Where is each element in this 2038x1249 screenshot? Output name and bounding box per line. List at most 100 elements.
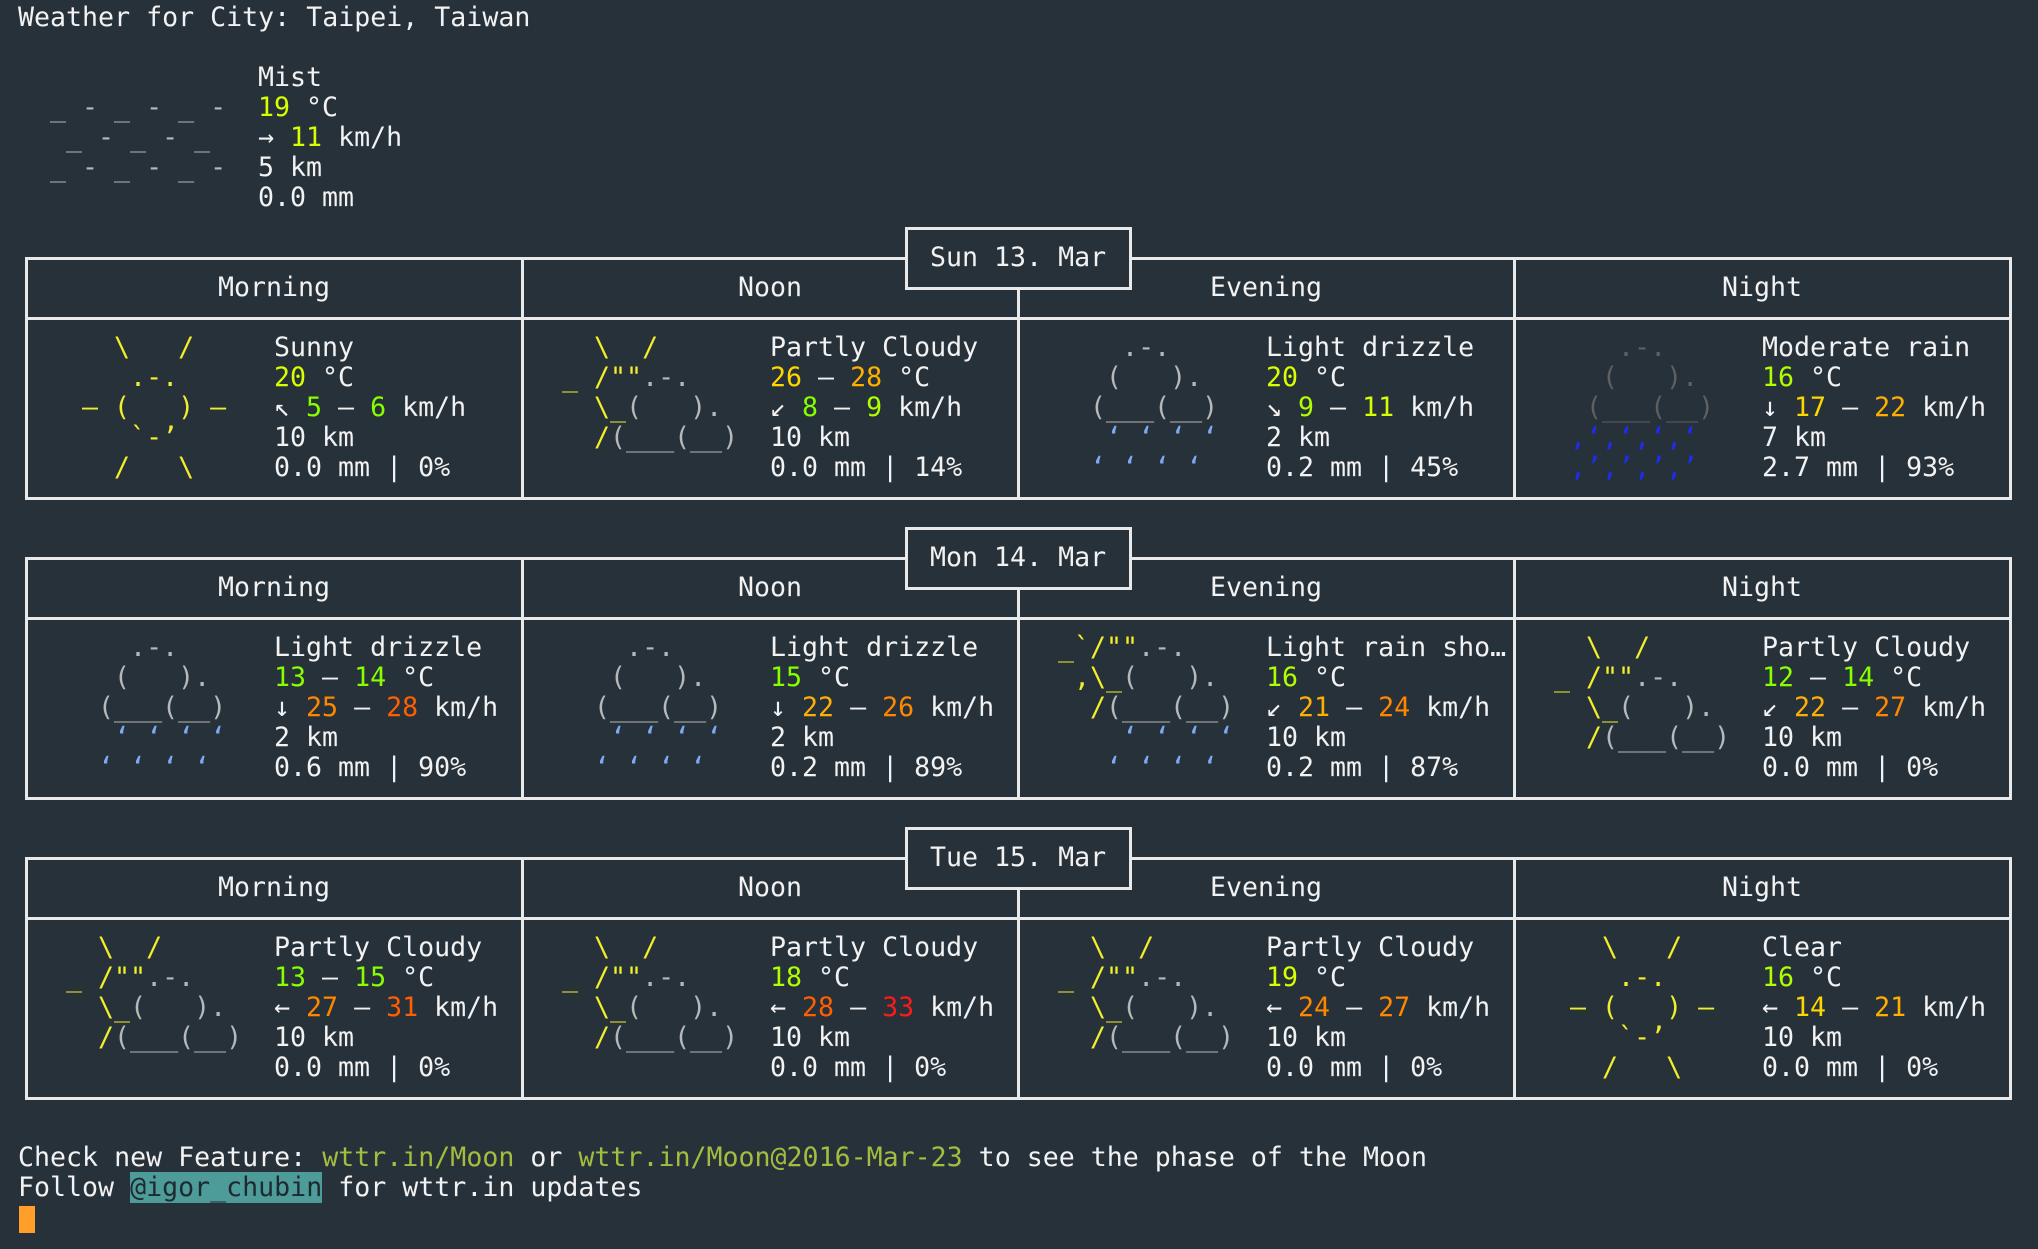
column-border (521, 557, 524, 800)
icon-glyph: _`/"" (1042, 632, 1139, 663)
condition-text: Partly Cloudy (770, 932, 979, 963)
partly-cloudy-icon: /(___(__) (546, 1023, 754, 1053)
follow-notice: Follow @igor_chubin for wttr.in updates (18, 1172, 642, 1203)
light-rain-icon: ʻ ʻ ʻ ʻ (546, 753, 754, 783)
icon-glyph: (___(__) (114, 1022, 259, 1053)
sunny-icon: / \ (50, 453, 258, 483)
temperature-unit: °C (1298, 362, 1347, 393)
temperature: 13 – 14 °C (274, 663, 434, 693)
range-dash: – (1826, 992, 1875, 1023)
light-rain-icon: ( ). (1042, 363, 1250, 393)
period-header: Night (1522, 573, 2002, 603)
range-dash: – (338, 692, 387, 723)
visibility-text: 2 km (1266, 422, 1331, 453)
column-border (1513, 857, 1516, 1100)
icon-glyph: `-’ (50, 422, 259, 453)
column-border (2009, 257, 2012, 500)
icon-glyph: .-. (1634, 662, 1747, 693)
icon-glyph: \_ (546, 992, 627, 1023)
icon-glyph: ‚ʻ‚ʻ‚ʻ‚ʻ (1538, 422, 1747, 453)
range-dash: – (834, 992, 883, 1023)
sunny-icon: .-. (50, 363, 258, 393)
period-name: Morning (217, 872, 331, 903)
column-border (25, 557, 28, 800)
partly-cloudy-icon (546, 1053, 562, 1083)
condition: Light rain sho… (1266, 633, 1506, 663)
moon-date-link[interactable]: wttr.in/Moon@2016-Mar-23 (578, 1142, 962, 1173)
icon-glyph (34, 62, 50, 93)
visibility: 2 km (274, 723, 338, 753)
current-visibility: 5 km (258, 153, 322, 183)
condition: Clear (1762, 933, 1842, 963)
range-dash: – (1826, 392, 1875, 423)
range-dash: – (818, 392, 867, 423)
period-header: Night (1522, 873, 2002, 903)
date-label: Tue 15. Mar (930, 843, 1106, 873)
condition-text: Light rain sho… (1266, 632, 1507, 663)
range-dash: – (322, 392, 371, 423)
sunny-icon: \ / (1538, 933, 1746, 963)
terminal-cursor (19, 1206, 35, 1233)
period-name: Morning (217, 572, 331, 603)
period-header: Noon (530, 873, 1010, 903)
wind-speed-value: 9 (866, 392, 883, 423)
temperature-value: 16 (1762, 362, 1795, 393)
twitter-handle-link[interactable]: @igor_chubin (130, 1172, 323, 1203)
temperature-value: 18 (770, 962, 803, 993)
wind: ← 27 – 31 km/h (274, 993, 498, 1023)
icon-glyph: \_ (546, 392, 627, 423)
partly-cloudy-icon (1042, 1053, 1058, 1083)
light-showers-icon: /(___(__) (1042, 693, 1250, 723)
period-name: Morning (217, 272, 331, 303)
temperature-value: 26 (770, 362, 803, 393)
partly-cloudy-icon: _ /"".-. (546, 363, 754, 393)
heavy-rain-icon: ‚ʻ‚ʻ‚ʻ‚ʻ (1538, 423, 1746, 453)
precipitation: 0.6 mm | 90% (274, 753, 466, 783)
icon-glyph: ʻ ʻ ʻ ʻ (1042, 452, 1251, 483)
column-border (521, 257, 524, 500)
temperature-value: 12 (1762, 662, 1795, 693)
condition: Sunny (274, 333, 354, 363)
visibility-text: 5 km (258, 152, 323, 183)
temperature-value: 20 (1266, 362, 1299, 393)
partly-cloudy-icon: \ / (1538, 633, 1746, 663)
icon-glyph: ʻ ʻ ʻ ʻ (50, 752, 259, 783)
temperature: 16 °C (1762, 963, 1842, 993)
fog-icon (34, 183, 50, 213)
temperature-unit: °C (386, 962, 435, 993)
period-name: Noon (737, 272, 803, 303)
temperature-value: 15 (770, 662, 803, 693)
wind-direction-icon: ← (1762, 992, 1795, 1023)
wind: ↘ 9 – 11 km/h (1266, 393, 1474, 423)
wind-speed-value: 21 (1874, 992, 1907, 1023)
wind-speed-unit: km/h (914, 992, 995, 1023)
partly-cloudy-icon: \ / (1042, 933, 1250, 963)
temperature: 20 °C (1266, 363, 1346, 393)
fog-icon (34, 63, 50, 93)
wind: ↖ 5 – 6 km/h (274, 393, 466, 423)
temperature: 20 °C (274, 363, 354, 393)
wind-direction-icon: ↘ (1266, 392, 1299, 423)
precipitation-text: 0.6 mm | 90% (274, 752, 467, 783)
sunny-icon: `-’ (50, 423, 258, 453)
period-name: Noon (737, 872, 803, 903)
column-border (1513, 557, 1516, 800)
moon-link[interactable]: wttr.in/Moon (322, 1142, 514, 1173)
temperature-value: 13 (274, 662, 307, 693)
column-border (2009, 557, 2012, 800)
feature-notice: Check new Feature: wttr.in/Moon or wttr.… (18, 1143, 1427, 1173)
wind-direction-icon: → (258, 122, 291, 153)
icon-glyph: .-. (642, 962, 755, 993)
wind: ↙ 22 – 27 km/h (1762, 693, 1986, 723)
temperature-unit: °C (386, 662, 435, 693)
period-name: Night (1721, 272, 1803, 303)
partly-cloudy-icon: _ /"".-. (1538, 663, 1746, 693)
condition: Partly Cloudy (1762, 633, 1970, 663)
temperature: 16 °C (1266, 663, 1346, 693)
icon-glyph: \ / (1538, 932, 1747, 963)
precipitation-text: 0.2 mm | 87% (1266, 752, 1459, 783)
visibility: 2 km (770, 723, 834, 753)
wind-speed-value: 27 (306, 992, 339, 1023)
icon-glyph: \ / (1042, 932, 1251, 963)
range-dash: – (1314, 392, 1363, 423)
